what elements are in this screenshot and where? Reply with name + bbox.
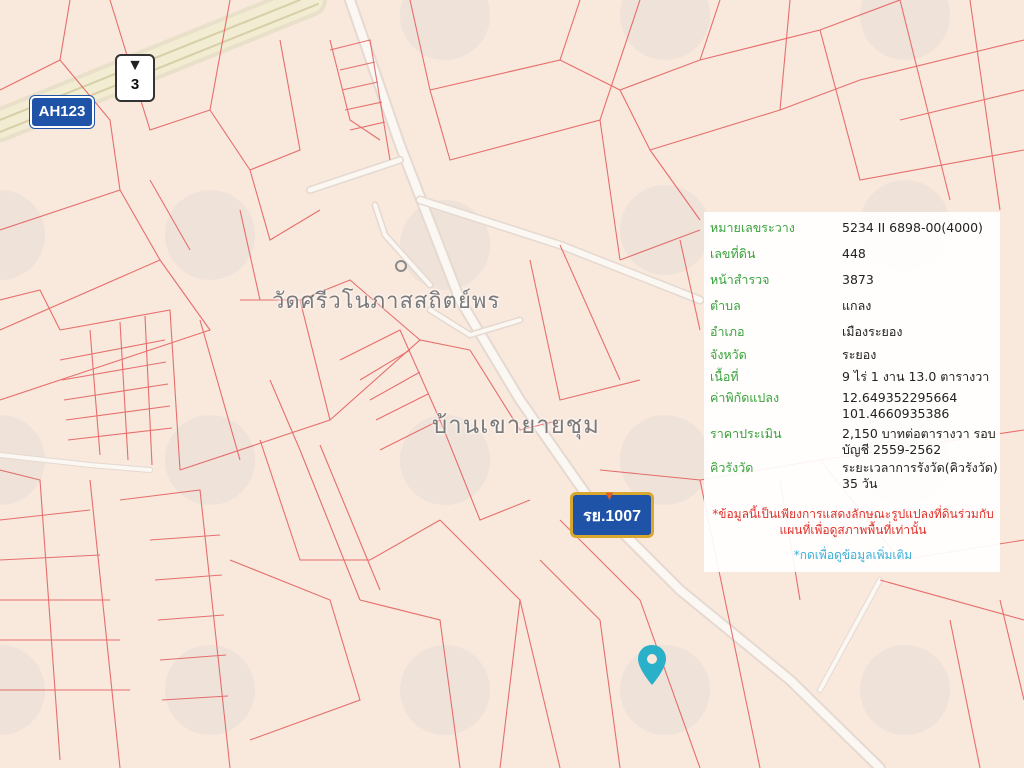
info-value: 3873 xyxy=(842,272,874,287)
parcel-info-panel: หมายเลขระวาง 5234 II 6898-00(4000) เลขที… xyxy=(704,212,1000,572)
info-label: หมายเลขระวาง xyxy=(710,220,795,235)
info-value: 9 ไร่ 1 งาน 13.0 ตารางวา xyxy=(842,369,990,384)
info-value: ระยะเวลาการรังวัด(คิวรังวัด) 35 วัน xyxy=(842,460,998,491)
route-shield-rural-road: ▼ รย.1007 xyxy=(570,488,654,538)
garuda-emblem-icon: ▼ xyxy=(127,57,143,74)
info-label: ราคาประเมิน xyxy=(710,426,782,441)
disclaimer-notice: *ข้อมูลนี้เป็นเพียงการแสดงลักษณะรูปแปลงท… xyxy=(712,507,994,537)
info-label: หน้าสำรวจ xyxy=(710,272,770,287)
info-value: 2,150 บาทต่อตารางวา รอบบัญชี 2559-2562 xyxy=(842,426,996,457)
info-value: 5234 II 6898-00(4000) xyxy=(842,220,983,235)
info-label: ค่าพิกัดแปลง xyxy=(710,390,780,405)
location-pin-icon[interactable] xyxy=(636,644,668,686)
route-shield-ah123: AH123 xyxy=(30,96,94,128)
route-number: รย.1007 xyxy=(582,508,641,525)
more-info-link[interactable]: *กดเพื่อดูข้อมูลเพิ่มเติม xyxy=(712,546,994,565)
route-shield-highway-3: ▼ 3 xyxy=(115,54,155,102)
info-label: เนื้อที่ xyxy=(710,369,739,384)
info-value: 12.649352295664 101.4660935386 xyxy=(842,390,958,421)
info-label: จังหวัด xyxy=(710,347,747,362)
route-number: 3 xyxy=(130,76,140,93)
info-value: ระยอง xyxy=(842,347,877,362)
info-value: 448 xyxy=(842,246,866,261)
temple-label: วัดศรีวโนภาสสถิตย์พร xyxy=(272,289,501,314)
info-label: ตำบล xyxy=(710,298,741,313)
info-label: คิวรังวัด xyxy=(710,460,754,475)
info-value: แกลง xyxy=(842,298,872,313)
info-value: เมืองระยอง xyxy=(842,324,903,339)
info-label: เลขที่ดิน xyxy=(710,246,756,261)
garuda-emblem-icon: ▼ xyxy=(603,488,616,503)
village-label: บ้านเขายายชุม xyxy=(432,411,600,439)
info-label: อำเภอ xyxy=(710,324,745,339)
temple-marker-icon[interactable] xyxy=(393,258,409,278)
